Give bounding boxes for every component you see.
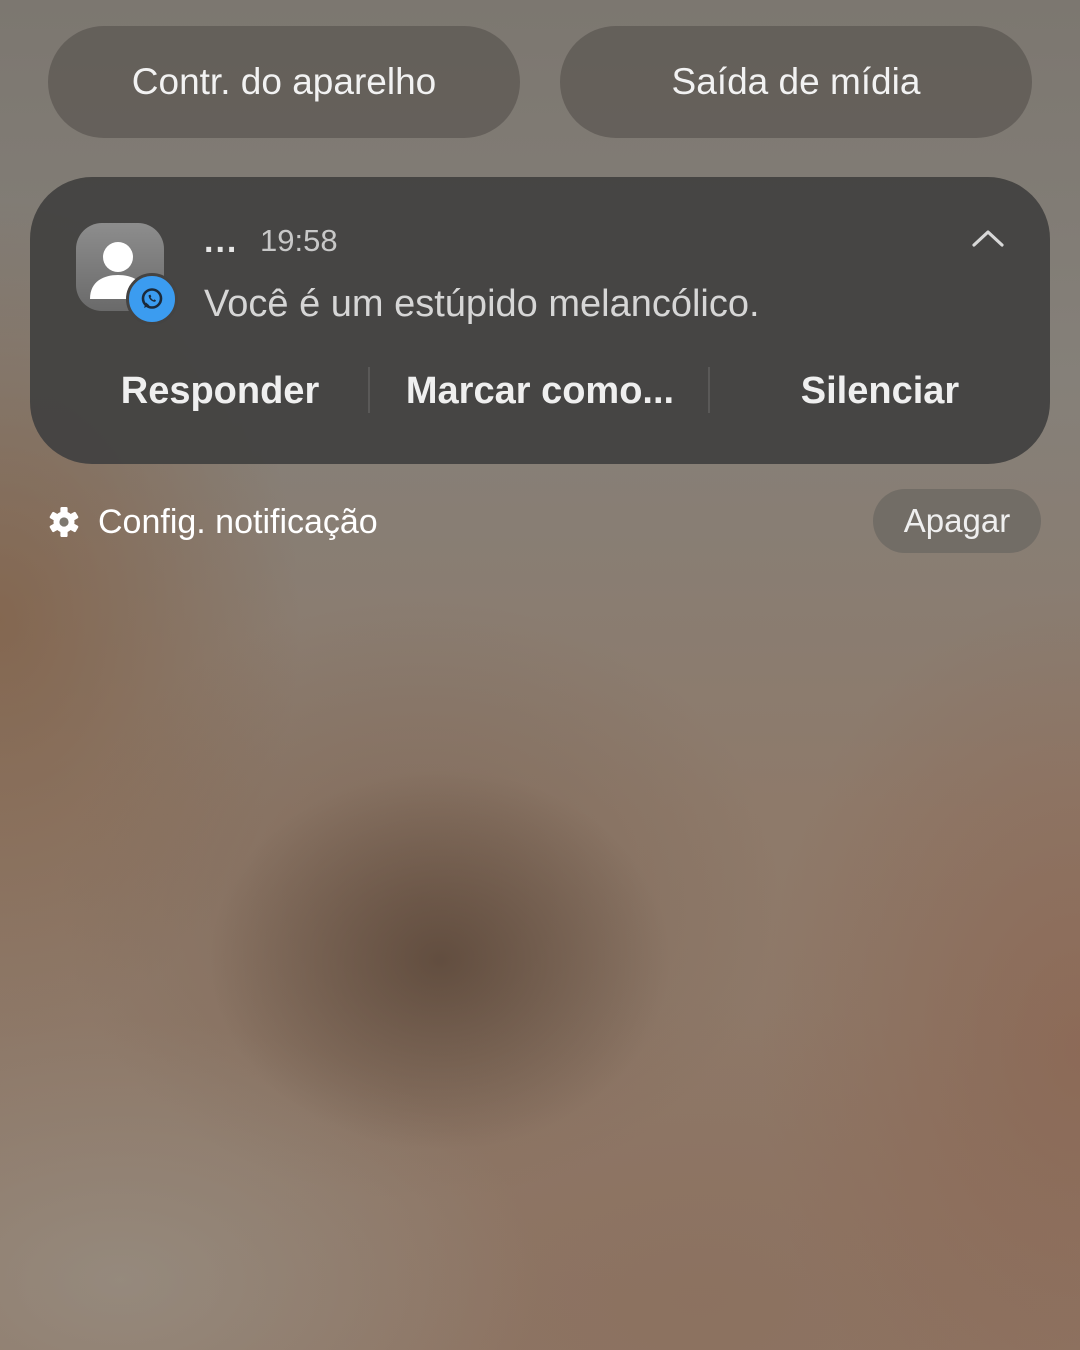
notification-card[interactable]: ... 19:58 Você é um estúpido melancólico…	[30, 177, 1050, 464]
device-control-button[interactable]: Contr. do aparelho	[48, 26, 520, 138]
device-control-label: Contr. do aparelho	[131, 61, 437, 102]
reply-button[interactable]: Responder	[70, 363, 370, 419]
gear-icon	[49, 507, 79, 537]
notification-settings-link[interactable]: Config. notificação	[48, 496, 378, 548]
clear-label: Apagar	[903, 502, 1011, 539]
notification-time: 19:58	[260, 223, 338, 258]
whatsapp-icon	[126, 273, 178, 325]
media-output-label: Saída de mídia	[671, 61, 921, 102]
media-output-button[interactable]: Saída de mídia	[560, 26, 1032, 138]
reply-label: Responder	[120, 369, 320, 412]
sender-name: ...	[204, 222, 239, 260]
mark-as-button[interactable]: Marcar como...	[370, 363, 710, 419]
chevron-up-icon[interactable]	[970, 225, 1006, 251]
clear-button[interactable]: Apagar	[873, 489, 1041, 553]
mute-button[interactable]: Silenciar	[710, 363, 1050, 419]
notification-message: Você é um estúpido melancólico.	[204, 283, 760, 325]
mute-label: Silenciar	[800, 369, 960, 412]
notification-settings-label: Config. notificação	[98, 502, 378, 541]
mark-as-label: Marcar como...	[405, 369, 675, 412]
